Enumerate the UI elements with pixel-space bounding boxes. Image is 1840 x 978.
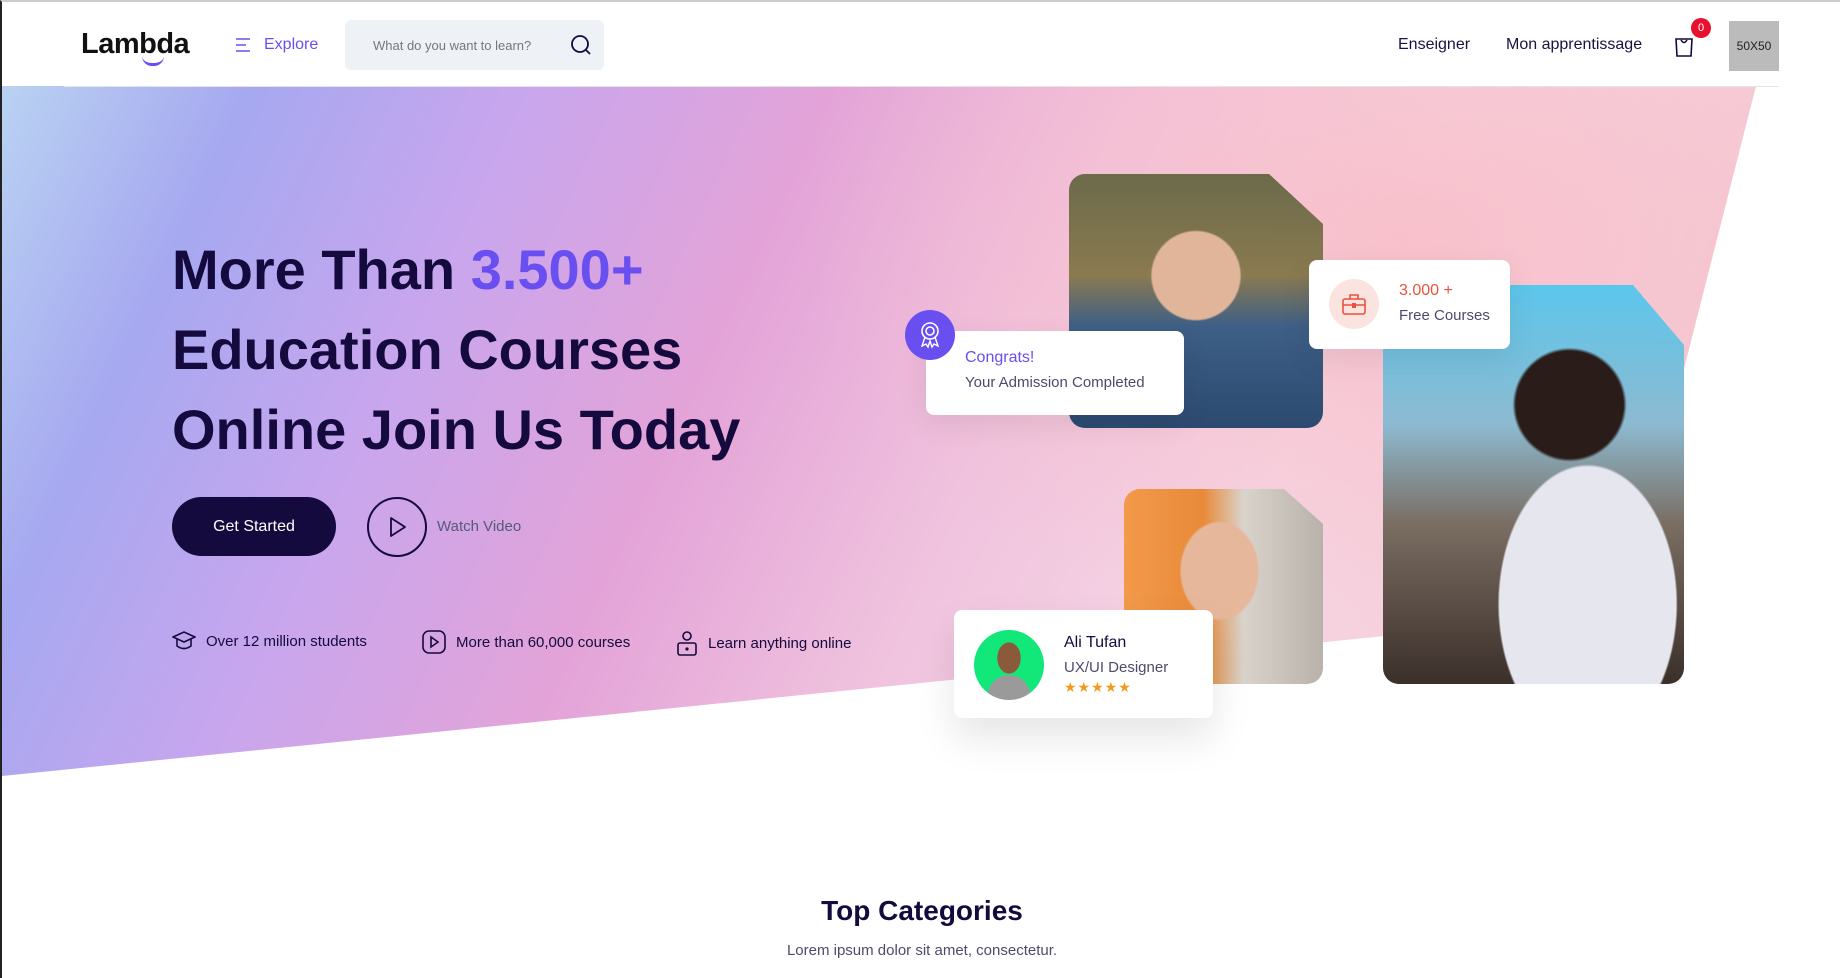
logo[interactable]: Lambda	[81, 28, 190, 61]
user-lock-icon	[677, 631, 697, 656]
nav-link-mon-apprentissage[interactable]: Mon apprentissage	[1506, 36, 1642, 54]
get-started-button[interactable]: Get Started	[172, 497, 336, 556]
hero-title: More Than 3.500+ Education Courses Online …	[172, 238, 741, 461]
courses-label: Free Courses	[1399, 307, 1490, 324]
rating-stars-icon: ★★★★★	[1064, 679, 1132, 695]
logo-smile	[142, 56, 164, 66]
feature-online: Learn anything online	[676, 630, 851, 656]
play-icon	[390, 517, 406, 537]
feature-courses: More than 60,000 courses	[422, 630, 630, 654]
shopping-bag-icon[interactable]	[1673, 34, 1695, 58]
section-title: Top Categories	[821, 895, 1023, 926]
instructor-name: Ali Tufan	[1064, 634, 1127, 651]
watch-video-link[interactable]: Watch Video	[437, 518, 521, 535]
section-subtitle: Lorem ipsum dolor sit amet, consectetur.	[786, 942, 1058, 959]
instructor-role: UX/UI Designer	[1064, 659, 1169, 676]
free-courses-card: 3.000 + Free Courses	[1309, 260, 1510, 349]
search-icon[interactable]	[570, 34, 592, 56]
instructor-avatar	[974, 630, 1044, 700]
feature-students: Over 12 million students	[172, 630, 367, 652]
briefcase-icon	[1342, 294, 1366, 315]
congrats-card: Congrats! Your Admission Completed	[926, 331, 1184, 415]
nav-link-enseigner[interactable]: Enseigner	[1398, 36, 1470, 54]
congrats-title: Congrats!	[965, 349, 1035, 366]
search-input[interactable]: What do you want to learn?	[345, 20, 604, 70]
congrats-subtitle: Your Admission Completed	[965, 374, 1145, 391]
cart-count-badge: 0	[1691, 18, 1711, 38]
graduation-cap-icon	[172, 631, 196, 650]
nav-divider	[64, 86, 1779, 87]
search-placeholder: What do you want to learn?	[373, 37, 532, 53]
user-avatar[interactable]: 50X50	[1729, 21, 1779, 71]
award-badge	[905, 310, 955, 360]
briefcase-badge	[1329, 279, 1379, 329]
explore-label: Explore	[264, 36, 319, 53]
menu-icon	[236, 38, 250, 52]
award-icon	[920, 322, 940, 349]
explore-menu[interactable]: Explore	[234, 36, 318, 54]
watch-video-button[interactable]	[367, 497, 427, 557]
play-icon	[422, 630, 446, 654]
courses-count: 3.000 +	[1399, 282, 1453, 299]
instructor-card: Ali Tufan UX/UI Designer ★★★★★	[954, 610, 1213, 718]
